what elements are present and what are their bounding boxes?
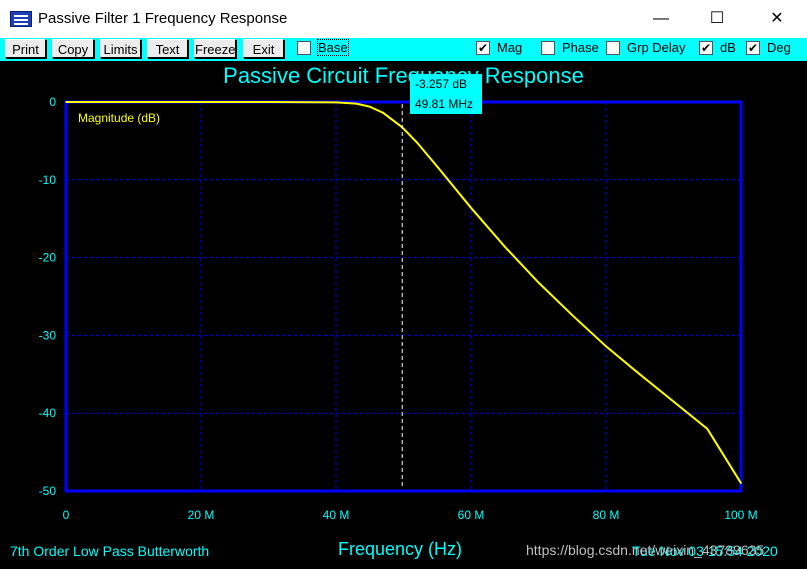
magnitude-point [503, 245, 506, 248]
grp-delay-checkbox[interactable] [606, 41, 620, 55]
cursor-value: -3.257 dB [415, 77, 468, 91]
magnitude-point [335, 101, 337, 104]
cursor-frequency: 49.81 MHz [415, 97, 474, 111]
watermark: https://blog.csdn.net/weixin_43789635 [526, 542, 765, 558]
magnitude-point [132, 101, 135, 103]
plot-frame [64, 100, 743, 493]
db-label[interactable]: dB [720, 40, 736, 55]
frequency-response-chart[interactable]: 0 20 M 40 M 60 M 80 M 100 M 0 -10 -20 -30 -40 -50 Ma… [0, 61, 807, 569]
magnitude-point [200, 101, 202, 103]
minimize-icon[interactable]: — [633, 0, 689, 38]
title-bar: Passive Filter 1 Frequency Response — ☐ … [0, 0, 807, 38]
magnitude-point [470, 207, 472, 209]
exit-button[interactable]: Exit [243, 39, 284, 58]
y-tick-label: -30 [39, 328, 57, 342]
phase-checkbox[interactable] [541, 41, 555, 55]
magnitude-point [355, 102, 358, 105]
y-tick-label: -50 [39, 484, 57, 498]
print-button[interactable]: Print [5, 39, 46, 58]
copy-button[interactable]: Copy [52, 39, 94, 58]
app-icon [10, 11, 32, 27]
magnitude-point [638, 373, 641, 376]
trace-label: Magnitude (dB) [78, 111, 160, 125]
grp-delay-label[interactable]: Grp Delay [627, 40, 686, 55]
magnitude-point [368, 105, 371, 108]
x-tick-label: 100 M [724, 508, 757, 522]
text-button[interactable]: Text [147, 39, 188, 58]
magnitude-point [571, 314, 574, 316]
mag-checkbox[interactable]: ✔ [476, 41, 490, 55]
magnitude-trace [66, 101, 742, 484]
window-title: Passive Filter 1 Frequency Response [38, 10, 288, 27]
x-tick-label: 40 M [323, 508, 350, 522]
x-tick-label: 60 M [458, 508, 485, 522]
y-tick-label: -40 [39, 406, 57, 420]
close-icon[interactable]: ✕ [749, 0, 805, 38]
magnitude-point [706, 427, 709, 430]
phase-label[interactable]: Phase [562, 40, 599, 55]
freeze-button[interactable]: Freeze [194, 39, 236, 58]
filter-description: 7th Order Low Pass Butterworth [10, 543, 210, 559]
maximize-icon[interactable]: ☐ [689, 0, 745, 38]
magnitude-point [436, 165, 439, 168]
magnitude-point [672, 400, 675, 403]
magnitude-point [740, 482, 742, 485]
y-tick-label: -20 [39, 251, 57, 265]
app-window: Passive Filter 1 Frequency Response — ☐ … [0, 0, 807, 569]
db-checkbox[interactable]: ✔ [699, 41, 713, 55]
magnitude-point [382, 112, 385, 114]
y-tick-label: -10 [39, 173, 57, 187]
mag-label[interactable]: Mag [497, 40, 522, 55]
deg-label[interactable]: Deg [767, 40, 791, 55]
deg-checkbox[interactable]: ✔ [746, 41, 760, 55]
limits-button[interactable]: Limits [100, 39, 141, 58]
x-tick-label: 0 [63, 508, 70, 522]
magnitude-point [537, 281, 540, 284]
chart-title: Passive Circuit Frequency Response [223, 63, 584, 88]
base-checkbox[interactable] [297, 41, 311, 55]
magnitude-point [267, 101, 270, 103]
cursor-readout: -3.257 dB 49.81 MHz [410, 74, 482, 114]
x-axis-label: Frequency (Hz) [338, 539, 463, 559]
base-label[interactable]: Base [317, 39, 349, 56]
magnitude-point [65, 101, 67, 103]
x-tick-label: 80 M [593, 508, 620, 522]
x-tick-label: 20 M [188, 508, 215, 522]
magnitude-point [416, 141, 418, 144]
magnitude-point [605, 345, 607, 348]
y-tick-label: 0 [49, 95, 56, 109]
toolbar: Print Copy Limits Text Freeze Exit Base … [0, 38, 807, 61]
